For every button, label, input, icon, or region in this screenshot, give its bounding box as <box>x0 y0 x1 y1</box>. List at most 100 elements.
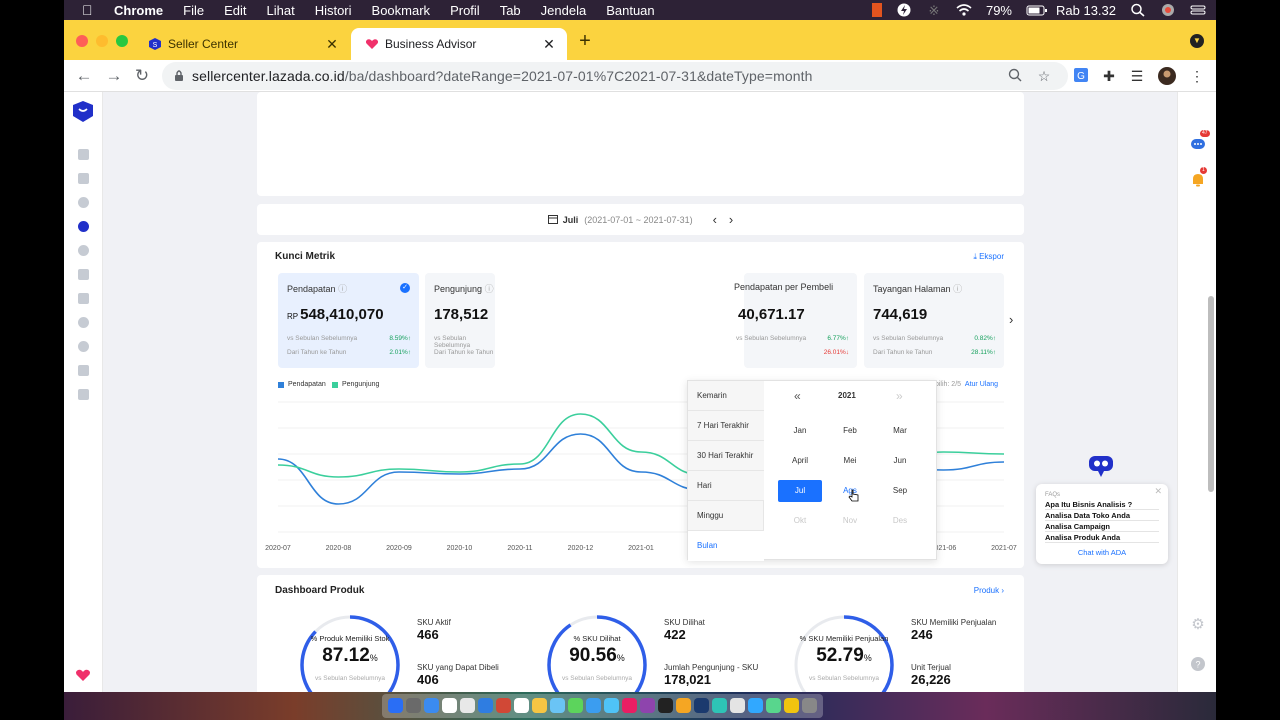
nav-home-icon[interactable] <box>78 149 89 160</box>
menu-app-name[interactable]: Chrome <box>114 3 163 18</box>
menu-window[interactable]: Jendela <box>541 3 587 18</box>
clock[interactable]: Rab 13.32 <box>1056 3 1116 18</box>
nav-account-icon[interactable] <box>78 365 89 376</box>
close-tab-icon[interactable]: ✕ <box>541 36 557 52</box>
chatbot-icon[interactable] <box>1088 455 1114 479</box>
dock-numbers-icon[interactable] <box>712 698 727 713</box>
option-last-7-days[interactable]: 7 Hari Terakhir <box>688 411 764 441</box>
dock-whatsapp-icon[interactable] <box>568 698 583 713</box>
faq-item[interactable]: Analisa Produk Anda <box>1045 532 1159 543</box>
faq-item[interactable]: Apa Itu Bisnis Analisis ? <box>1045 499 1159 510</box>
reset-link[interactable]: Atur Ulang <box>965 381 998 388</box>
next-year-button[interactable]: » <box>896 389 903 403</box>
dock-appstore-icon[interactable] <box>604 698 619 713</box>
faq-item[interactable]: Analisa Campaign <box>1045 521 1159 532</box>
nav-store-icon[interactable] <box>78 269 89 280</box>
menu-history[interactable]: Histori <box>315 3 352 18</box>
dock-mail-icon[interactable] <box>478 698 493 713</box>
menu-view[interactable]: Lihat <box>266 3 294 18</box>
lock-icon[interactable] <box>174 69 184 82</box>
menu-tab[interactable]: Tab <box>500 3 521 18</box>
dock-messages-icon[interactable] <box>460 698 475 713</box>
month-mar[interactable]: Mar <box>878 420 922 442</box>
url-text[interactable]: sellercenter.lazada.co.id/ba/dashboard?d… <box>192 68 812 84</box>
gear-icon[interactable]: ⚙ <box>1190 617 1206 633</box>
messages-icon[interactable] <box>1190 136 1206 152</box>
lazada-heart-icon[interactable] <box>75 667 91 683</box>
zoom-window-button[interactable] <box>116 35 128 47</box>
lazada-logo-icon[interactable] <box>71 100 95 124</box>
back-button[interactable]: ← <box>72 64 96 88</box>
prev-year-button[interactable]: « <box>794 389 801 403</box>
chrome-menu-icon[interactable]: ⋮ <box>1188 67 1206 85</box>
help-icon[interactable]: ? <box>1190 656 1206 672</box>
metric-card-revenue-per-buyer[interactable]: Pendapatan per Pembeli 40,671.17 vs Sebu… <box>734 273 857 368</box>
nav-orders-icon[interactable] <box>78 173 89 184</box>
metric-card-page-views[interactable]: Tayangan Halaman ⓘ 744,619 vs Sebulan Se… <box>864 273 1004 368</box>
scrollbar-thumb[interactable] <box>1208 296 1214 492</box>
dock-launchpad-icon[interactable] <box>406 698 421 713</box>
minimize-window-button[interactable] <box>96 35 108 47</box>
reading-list-icon[interactable]: ☰ <box>1128 67 1146 85</box>
nav-finance-icon[interactable] <box>78 293 89 304</box>
close-icon[interactable]: ✕ <box>1154 486 1162 497</box>
nav-business-advisor-icon[interactable] <box>78 221 89 232</box>
info-icon[interactable]: ⓘ <box>953 284 962 294</box>
app-status-icon[interactable] <box>871 3 882 17</box>
forward-button[interactable]: → <box>102 64 126 88</box>
tab-business-advisor[interactable]: Business Advisor ✕ <box>351 28 567 60</box>
option-yesterday[interactable]: Kemarin <box>688 381 764 411</box>
menu-file[interactable]: File <box>183 3 204 18</box>
close-tab-icon[interactable]: ✕ <box>324 36 340 52</box>
siri-icon[interactable] <box>1160 3 1176 17</box>
new-tab-button[interactable]: + <box>574 30 596 52</box>
dock-zoom-icon[interactable] <box>586 698 601 713</box>
menu-edit[interactable]: Edit <box>224 3 246 18</box>
dock-camtasia-icon[interactable] <box>766 698 781 713</box>
dock-maps-icon[interactable] <box>496 698 511 713</box>
month-feb[interactable]: Feb <box>828 420 872 442</box>
notifications-bell-icon[interactable] <box>1190 172 1206 188</box>
dock-safari-icon[interactable] <box>424 698 439 713</box>
zoom-icon[interactable] <box>1007 68 1023 84</box>
extensions-puzzle-icon[interactable]: ✚ <box>1100 67 1118 85</box>
bluetooth-icon[interactable]: ※ <box>926 3 942 18</box>
dock-books-icon[interactable] <box>676 698 691 713</box>
info-icon[interactable]: ⓘ <box>338 284 347 294</box>
dock-notes-icon[interactable] <box>532 698 547 713</box>
power-icon[interactable] <box>896 3 912 17</box>
dock-facetime-icon[interactable] <box>550 698 565 713</box>
dock-keynote-icon[interactable] <box>694 698 709 713</box>
next-period-button[interactable]: › <box>729 212 733 227</box>
nav-products-icon[interactable] <box>78 197 89 208</box>
month-sep[interactable]: Sep <box>878 480 922 502</box>
month-jun[interactable]: Jun <box>878 450 922 472</box>
legend-visitors[interactable]: Pengunjung <box>332 381 379 388</box>
export-link[interactable]: ⤓ Ekspor <box>973 252 1004 262</box>
tab-seller-center[interactable]: S Seller Center ✕ <box>134 28 350 60</box>
dock-finder-icon[interactable] <box>388 698 403 713</box>
dock-filezilla-icon[interactable] <box>784 698 799 713</box>
metrics-next-button[interactable]: › <box>1009 312 1013 327</box>
month-april[interactable]: April <box>778 450 822 472</box>
close-window-button[interactable] <box>76 35 88 47</box>
metric-card-revenue[interactable]: Pendapatan ⓘ ✓ RP 548,410,070 vs Sebulan … <box>278 273 419 368</box>
dock-preferences-icon[interactable] <box>730 698 745 713</box>
nav-growth-icon[interactable] <box>78 317 89 328</box>
profile-avatar[interactable] <box>1158 67 1176 85</box>
date-selector[interactable]: Juli (2021-07-01 ~ 2021-07-31) ‹ › <box>257 204 1024 235</box>
control-center-icon[interactable] <box>1190 3 1206 17</box>
nav-settings-icon[interactable] <box>78 389 89 400</box>
dock-photos-icon[interactable] <box>514 698 529 713</box>
dock-appletv-icon[interactable] <box>658 698 673 713</box>
info-icon[interactable]: ⓘ <box>485 284 494 294</box>
option-month[interactable]: Bulan <box>688 531 764 561</box>
menu-bookmark[interactable]: Bookmark <box>372 3 431 18</box>
month-jul[interactable]: Jul <box>778 480 822 502</box>
battery-icon[interactable] <box>1026 3 1047 17</box>
month-mei[interactable]: Mei <box>828 450 872 472</box>
prev-period-button[interactable]: ‹ <box>713 212 717 227</box>
nav-help-icon[interactable] <box>78 341 89 352</box>
search-icon[interactable] <box>1130 3 1146 17</box>
translate-extension-icon[interactable]: G <box>1072 67 1090 85</box>
